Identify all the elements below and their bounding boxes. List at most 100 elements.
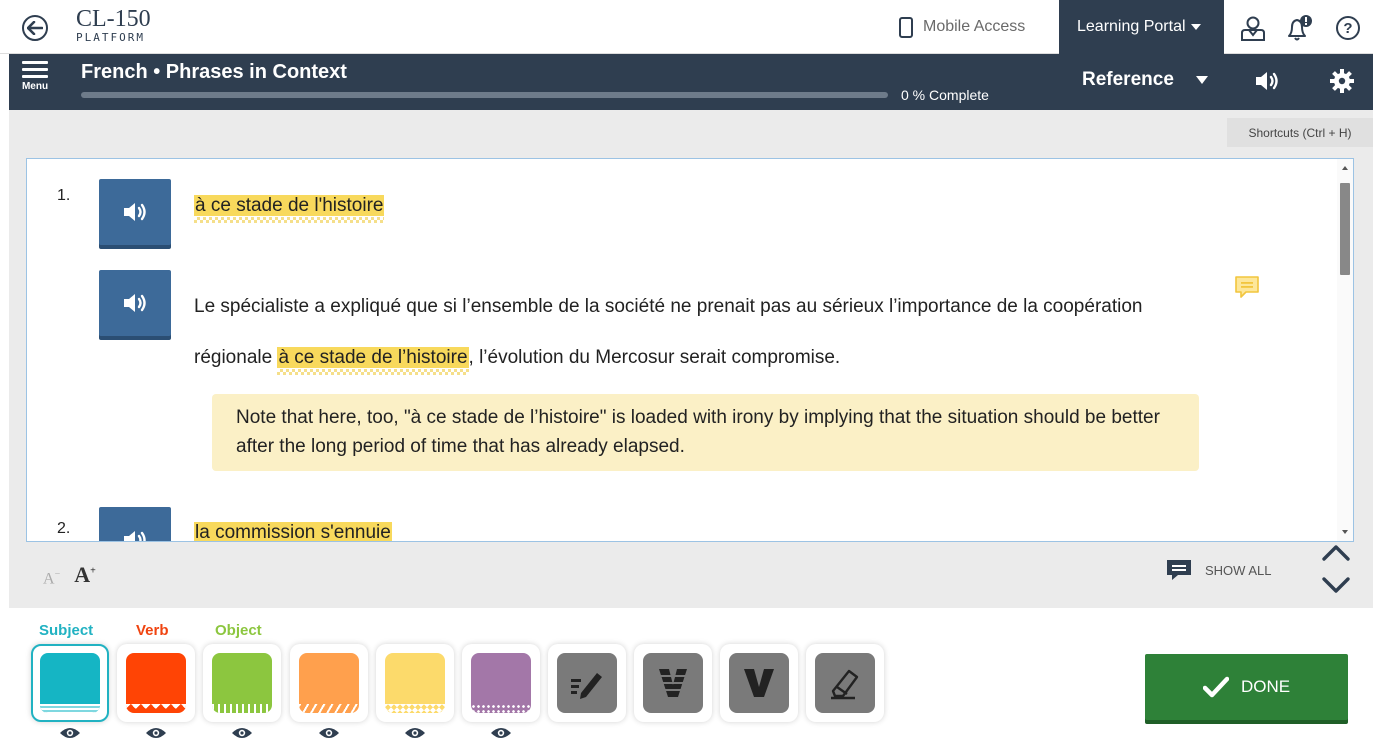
mobile-access-link[interactable]: Mobile Access	[899, 10, 1025, 44]
caret-down-icon	[1190, 24, 1201, 30]
comment-icon[interactable]	[1234, 274, 1260, 300]
v-striped-tool[interactable]	[634, 644, 712, 722]
visibility-eye-icon[interactable]	[231, 726, 253, 740]
v-bold-tool[interactable]	[720, 644, 798, 722]
purple-highlighter[interactable]	[462, 644, 540, 722]
font-increase-button[interactable]: A+	[74, 562, 96, 588]
object-swatch	[212, 653, 272, 713]
item-number: 2.	[57, 520, 71, 537]
logo-sub: PLATFORM	[76, 31, 145, 44]
scrollbar[interactable]	[1337, 159, 1353, 541]
learning-portal-dropdown[interactable]: Learning Portal	[1059, 0, 1224, 54]
progress-bar	[81, 92, 888, 98]
mobile-access-label: Mobile Access	[923, 18, 1026, 35]
help-icon[interactable]: ?	[1334, 14, 1362, 42]
learning-portal-label: Learning Portal	[1077, 18, 1186, 35]
font-decrease-button[interactable]: A−	[43, 569, 60, 588]
verb-label: Verb	[136, 622, 169, 639]
reference-label: Reference	[1082, 69, 1174, 90]
verb-swatch	[126, 653, 186, 713]
visibility-eye-icon[interactable]	[404, 726, 426, 740]
annotation-toolbar: Subject Verb Object DONE	[9, 608, 1373, 744]
reference-dropdown[interactable]: Reference	[1082, 69, 1208, 91]
example-sentence[interactable]: Le spécialiste a expliqué que si l’ensem…	[194, 281, 1204, 383]
checkmark-icon	[1202, 676, 1229, 698]
phrase-audio-button[interactable]	[99, 179, 171, 245]
orange-swatch	[299, 653, 359, 713]
phrase-audio-button[interactable]	[99, 507, 171, 541]
yellow-swatch	[385, 653, 445, 713]
orange-highlighter[interactable]	[290, 644, 368, 722]
phrase-list-panel[interactable]: 1. à ce stade de l'histoire Le spécialis…	[26, 158, 1354, 542]
yellow-highlighter[interactable]	[376, 644, 454, 722]
font-decrease-sign: −	[54, 568, 61, 580]
show-all-label: SHOW ALL	[1205, 562, 1272, 578]
v-bold-icon	[729, 653, 789, 713]
comment-icon	[1167, 560, 1191, 580]
menu-label: Menu	[21, 81, 49, 92]
progress-text: 0 % Complete	[901, 87, 989, 103]
hamburger-icon	[22, 61, 48, 64]
phrase-text[interactable]: la commission s'ennuie	[194, 519, 392, 542]
object-label: Object	[215, 622, 262, 639]
svg-text:?: ?	[1343, 20, 1352, 37]
workspace: Shortcuts (Ctrl + H) 1. à ce stade de l'…	[9, 110, 1373, 608]
phrase-text[interactable]: à ce stade de l'histoire	[194, 192, 385, 220]
font-increase-letter: A	[74, 562, 91, 587]
course-title-bar: Menu French • Phrases in Context 0 % Com…	[9, 54, 1373, 110]
scrollbar-thumb[interactable]	[1340, 183, 1350, 275]
phrase-highlight: la commission s'ennuie	[194, 522, 392, 542]
speaker-icon	[124, 294, 146, 312]
course-title: French • Phrases in Context	[81, 61, 347, 83]
settings-gear-icon[interactable]	[1329, 68, 1355, 94]
back-arrow-icon[interactable]	[22, 15, 48, 41]
scroll-down-arrow-icon[interactable]	[1342, 530, 1348, 534]
menu-button[interactable]: Menu	[18, 59, 52, 92]
user-profile-icon[interactable]	[1239, 14, 1267, 42]
phone-icon	[899, 16, 913, 38]
speaker-icon[interactable]	[1253, 68, 1279, 94]
visibility-eye-icon[interactable]	[490, 726, 512, 740]
v-striped-icon	[643, 653, 703, 713]
visibility-eye-icon[interactable]	[318, 726, 340, 740]
logo: CL-150 PLATFORM	[76, 7, 151, 43]
notification-bell-icon[interactable]	[1284, 14, 1312, 42]
subject-highlighter[interactable]	[31, 644, 109, 722]
speaker-icon	[124, 531, 146, 541]
chevron-up-icon[interactable]	[1322, 545, 1350, 561]
verb-highlighter[interactable]	[117, 644, 195, 722]
speaker-icon	[124, 203, 146, 221]
swatch-pattern	[299, 704, 359, 713]
item-number: 1.	[57, 187, 71, 204]
done-label: DONE	[1240, 677, 1291, 696]
show-all-notes-button[interactable]: SHOW ALL	[1165, 558, 1271, 582]
object-highlighter[interactable]	[203, 644, 281, 722]
hamburger-line	[22, 68, 48, 71]
shortcuts-link[interactable]: Shortcuts (Ctrl + H)	[1227, 118, 1373, 147]
swatch-pattern	[126, 704, 186, 713]
usage-note: Note that here, too, "à ce stade de l’hi…	[212, 394, 1199, 471]
scroll-up-arrow-icon[interactable]	[1342, 166, 1348, 170]
subject-label: Subject	[39, 622, 94, 639]
top-bar: CL-150 PLATFORM Mobile Access Learning P…	[0, 0, 1373, 54]
sentence-after: , l’évolution du Mercosur serait comprom…	[468, 347, 841, 368]
font-decrease-letter: A	[43, 570, 55, 587]
hamburger-line	[22, 75, 48, 78]
item-navigation	[1320, 541, 1352, 604]
swatch-pattern	[40, 704, 100, 713]
eraser-icon	[815, 653, 875, 713]
phrase-highlight: à ce stade de l'histoire	[194, 195, 385, 216]
chevron-down-icon[interactable]	[1322, 577, 1350, 593]
caret-down-icon	[1195, 76, 1208, 84]
swatch-pattern	[212, 704, 272, 713]
visibility-eye-icon[interactable]	[145, 726, 167, 740]
pencil-icon	[557, 653, 617, 713]
swatch-pattern	[471, 704, 531, 713]
visibility-eye-icon[interactable]	[59, 726, 81, 740]
font-size-controls: A− A+	[43, 562, 96, 588]
done-button[interactable]: DONE	[1145, 654, 1348, 720]
eraser-tool[interactable]	[806, 644, 884, 722]
pencil-tool[interactable]	[548, 644, 626, 722]
purple-swatch	[471, 653, 531, 713]
sentence-audio-button[interactable]	[99, 270, 171, 336]
